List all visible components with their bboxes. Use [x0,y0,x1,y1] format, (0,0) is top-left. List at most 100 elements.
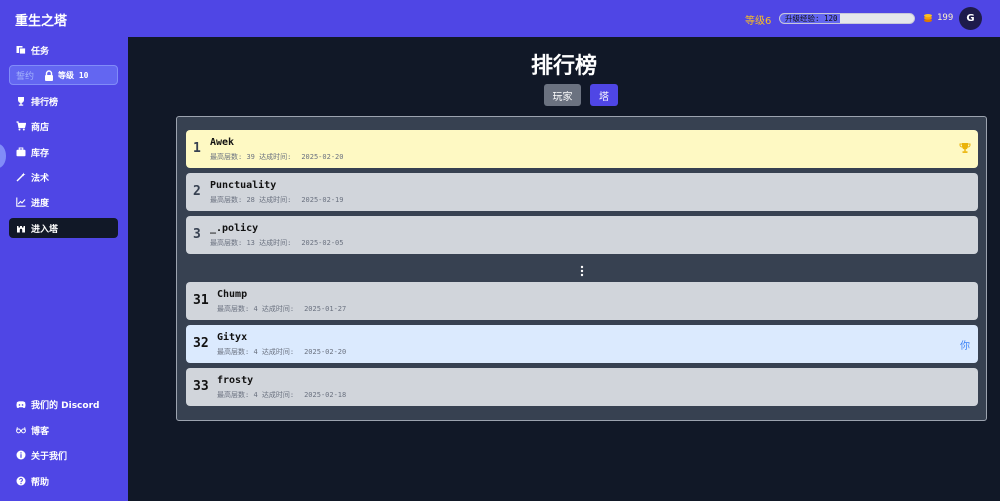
floor-label: 最高层数: [210,153,243,161]
leaderboard-row[interactable]: 2 Punctuality 最高层数: 28 达成时间: 2025-02-19 [186,173,978,211]
top-bar: 重生之塔 等级6 升级经验: 120 199 G [0,0,1000,37]
row-meta: 最高层数: 4 达成时间: 2025-02-20 [217,347,346,357]
sidebar-item-label: 关于我们 [31,451,68,462]
sidebar-item-label: 进入塔 [31,224,59,235]
sidebar-item-about[interactable]: 关于我们 [9,445,118,465]
app-title[interactable]: 重生之塔 [15,10,67,29]
coin-count: 199 [937,13,954,23]
row-player-name: Punctuality [210,180,277,191]
sidebar-item-label: 博客 [31,426,50,437]
glasses-icon [16,425,26,435]
row-floor: 28 [246,196,255,204]
row-floor: 4 [253,391,258,399]
cart-icon [16,121,26,131]
floor-label: 最高层数: [210,239,243,247]
floor-label: 最高层数: [217,305,250,313]
sidebar-item-label: 我们的 Discord [31,400,100,411]
sidebar-item-inventory[interactable]: 库存 [9,142,118,162]
row-date: 2025-02-18 [304,391,347,399]
floor-label: 最高层数: [210,196,243,204]
row-meta: 最高层数: 39 达成时间: 2025-02-20 [210,152,343,162]
sidebar-item-tasks[interactable]: 任务 [9,40,118,60]
floor-label: 最高层数: [217,391,250,399]
sidebar-item-label: 排行榜 [31,97,59,108]
tower-icon [16,223,26,233]
row-floor: 4 [253,305,258,313]
sidebar-item-label: 进度 [31,198,50,209]
row-rank: 3 [193,227,201,242]
date-label: 达成时间: [259,196,292,204]
sidebar-item-locked-pact: 誓约 等级 10 [9,65,118,85]
wand-icon [16,172,26,182]
row-meta: 最高层数: 4 达成时间: 2025-02-18 [217,390,346,400]
locked-item-label: 誓约 [16,71,35,82]
leaderboard-row-first-place[interactable]: 1 Awek 最高层数: 39 达成时间: 2025-02-20 [186,130,978,168]
row-date: 2025-02-05 [301,239,344,247]
sidebar-item-blog[interactable]: 博客 [9,420,118,440]
sidebar-item-help[interactable]: 帮助 [9,471,118,491]
page-title: 排行榜 [530,54,597,79]
sidebar-item-label: 法术 [31,173,50,184]
coins-icon [924,14,932,23]
sidebar-item-label: 库存 [31,148,50,159]
leaderboard-row[interactable]: 31 Chump 最高层数: 4 达成时间: 2025-01-27 [186,282,978,320]
tasks-icon [16,45,26,55]
sidebar-item-enter-tower[interactable]: 进入塔 [9,218,118,238]
row-meta: 最高层数: 4 达成时间: 2025-01-27 [217,304,346,314]
xp-label: 升级经验: 120 [785,14,838,23]
row-rank: 2 [193,184,201,199]
row-player-name: Awek [210,137,235,148]
sidebar-item-label: 商店 [31,122,50,133]
tab-players[interactable]: 玩家 [544,84,581,106]
row-date: 2025-02-20 [301,153,344,161]
chart-line-icon [16,197,26,207]
sidebar-item-progress[interactable]: 进度 [9,192,118,212]
help-icon [16,476,26,486]
row-date: 2025-02-19 [301,196,344,204]
row-meta: 最高层数: 13 达成时间: 2025-02-05 [210,238,343,248]
row-date: 2025-02-20 [304,348,347,356]
briefcase-icon [16,147,26,157]
sidebar: 任务 誓约 等级 10 排行榜 商店 库存 法术 进度 进入塔 我们的 Disc… [0,37,128,501]
row-player-name: Chump [217,289,248,300]
avatar[interactable]: G [959,7,982,30]
sidebar-item-spells[interactable]: 法术 [9,167,118,187]
row-rank: 1 [193,141,201,156]
sidebar-item-leaderboard[interactable]: 排行榜 [9,91,118,111]
sidebar-item-label: 任务 [31,46,50,57]
row-player-name: Gityx [217,332,248,343]
leaderboard-row-current-player[interactable]: 32 Gityx 最高层数: 4 达成时间: 2025-02-20 你 [186,325,978,363]
lock-icon [45,69,54,81]
player-level: 等级6 [745,16,772,27]
tab-tower[interactable]: 塔 [590,84,618,106]
sidebar-item-discord[interactable]: 我们的 Discord [9,394,118,414]
row-player-name: _.policy [210,223,259,234]
leaderboard-row[interactable]: 33 frosty 最高层数: 4 达成时间: 2025-02-18 [186,368,978,406]
sidebar-edge-handle[interactable] [0,144,6,168]
trophy-icon [959,143,971,153]
row-player-name: frosty [217,375,254,386]
row-floor: 4 [253,348,258,356]
you-badge: 你 [960,341,970,352]
info-icon [16,450,26,460]
locked-item-level: 等级 10 [58,70,89,80]
row-meta: 最高层数: 28 达成时间: 2025-02-19 [210,195,343,205]
date-label: 达成时间: [261,391,295,399]
floor-label: 最高层数: [217,348,250,356]
leaderboard-panel: 1 Awek 最高层数: 39 达成时间: 2025-02-20 2 Punctu… [176,116,987,421]
ellipsis-vertical-icon [580,265,584,277]
sidebar-item-shop[interactable]: 商店 [9,116,118,136]
xp-progress-bar: 升级经验: 120 [779,13,915,24]
date-label: 达成时间: [259,239,292,247]
row-date: 2025-01-27 [304,305,347,313]
leaderboard-row[interactable]: 3 _.policy 最高层数: 13 达成时间: 2025-02-05 [186,216,978,254]
row-rank: 32 [193,336,209,351]
sidebar-item-label: 帮助 [31,477,50,488]
row-floor: 39 [246,153,255,161]
row-rank: 31 [193,293,209,308]
row-floor: 13 [246,239,255,247]
date-label: 达成时间: [259,153,292,161]
date-label: 达成时间: [261,305,295,313]
discord-icon [16,399,26,409]
date-label: 达成时间: [261,348,295,356]
